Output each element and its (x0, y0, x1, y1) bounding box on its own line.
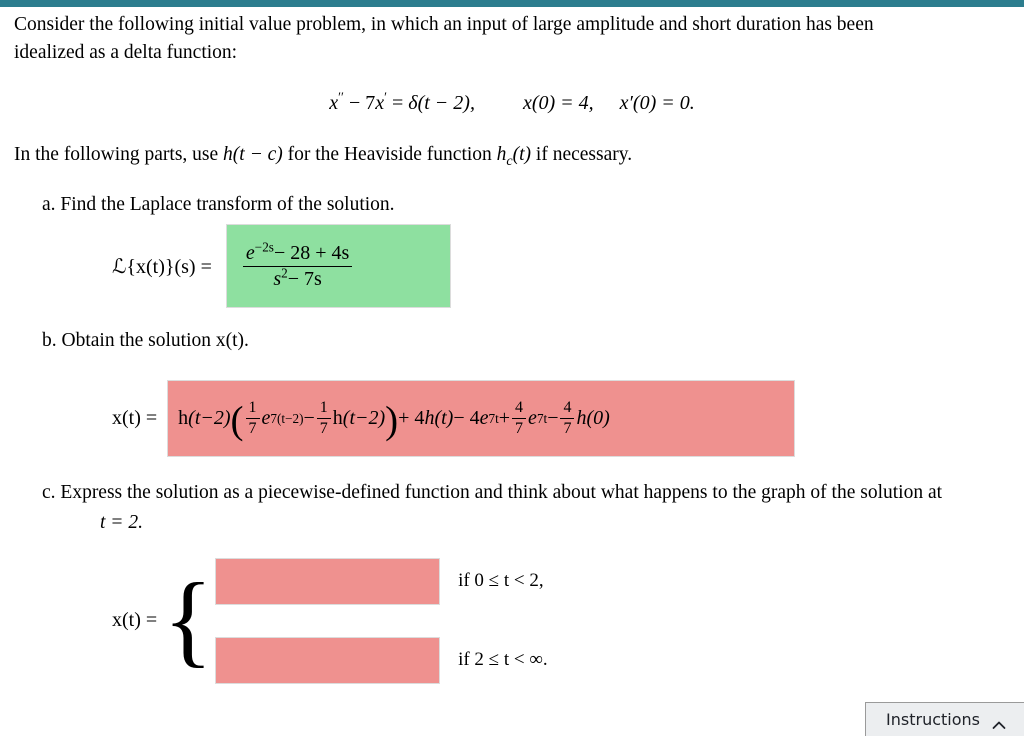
equation-x: x (329, 92, 339, 115)
equation-x-prime-var: x (375, 92, 385, 115)
part-c-case-2-answer-box[interactable] (215, 636, 441, 684)
initial-value-problem-equation: x′′ − 7x′ = δ(t − 2), x(0) = 4, x′(0) = … (0, 89, 1024, 115)
part-b-fraction-2: 17 (316, 399, 331, 438)
part-b-h4: h (576, 407, 587, 430)
part-c-label-line-1: c. Express the solution as a piecewise-d… (42, 482, 943, 504)
equation-minus: − (348, 92, 361, 115)
part-c-lhs: x(t) = (112, 609, 158, 632)
part-a-lhs: ℒ{x(t)}(s) = (112, 255, 212, 278)
part-b-fraction-1: 17 (245, 399, 260, 438)
initial-condition-1: x(0) = 4, (522, 92, 594, 115)
part-b-frac3-num: 4 (512, 399, 527, 420)
part-b-frac1-den: 7 (248, 420, 257, 438)
part-b-h4-arg: (0) (586, 407, 610, 430)
equation-delta-argument: (t − 2), (417, 92, 475, 115)
part-b-e1: e (261, 407, 271, 430)
top-accent-bar (0, 0, 1024, 7)
part-b-frac2-num: 1 (316, 399, 331, 420)
part-c-case-1-condition: if 0 ≤ t < 2, (458, 570, 544, 592)
part-b-minus-1: − (303, 407, 315, 430)
part-a-den-s: s (273, 267, 282, 290)
part-a-num-rest: − 28 + 4s (273, 242, 350, 265)
part-b-minus-3: − (547, 407, 559, 430)
part-c-case-1-answer-box[interactable] (215, 557, 441, 605)
part-a-numerator: e−2s− 28 + 4s (242, 239, 353, 267)
instructions-button[interactable]: Instructions (865, 702, 1024, 736)
instructions-button-label: Instructions (886, 710, 980, 729)
part-b-frac1-num: 1 (245, 399, 260, 420)
part-a-answer-box[interactable]: e−2s− 28 + 4s s2− 7s (225, 224, 451, 309)
equation-coefficient: 7 (365, 92, 376, 115)
part-b-h2: h (332, 407, 343, 430)
part-b-lhs: x(t) = (112, 407, 158, 430)
part-b-frac2-den: 7 (319, 420, 328, 438)
part-b-frac4-num: 4 (560, 399, 575, 420)
part-b-h1: h (178, 407, 189, 430)
part-b-frac3-den: 7 (515, 420, 524, 438)
heaviside-function-expression: h(t − c) (223, 144, 283, 166)
part-a-answer-row: ℒ{x(t)}(s) = e−2s− 28 + 4s s2− 7s (0, 224, 1024, 309)
piecewise-case-2: if 2 ≤ t < ∞. (215, 636, 548, 684)
part-c-label-line-2: t = 2. (100, 512, 143, 534)
heaviside-note: In the following parts, use h(t − c) for… (0, 141, 1024, 172)
part-a-num-exponent: −2s (254, 239, 274, 255)
chevron-up-icon (992, 716, 1006, 729)
part-a-num-e: e (245, 242, 255, 265)
part-b-h3: h (424, 407, 435, 430)
heaviside-h-symbol: h (496, 144, 507, 166)
part-c-case-2-condition: if 2 ≤ t < ∞. (458, 649, 548, 671)
part-b-h3-arg: (t) (434, 407, 454, 430)
part-b-e3: e (528, 407, 537, 430)
intro-paragraph: Consider the following initial value pro… (0, 7, 1024, 66)
part-b-fraction-4: 47 (560, 399, 575, 438)
initial-condition-2: x′(0) = 0. (619, 92, 695, 115)
equation-equals: = (392, 92, 404, 115)
heaviside-h-argument: (t) (512, 144, 532, 166)
part-b-label: b. Obtain the solution x(t). (42, 330, 249, 352)
part-b-answer-row: x(t) = h (t−2)(1 7 e 7(t−2) − 1 7 h (t−2)) + 4 h(… (0, 380, 1024, 458)
part-a-label: a. Find the Laplace transform of the sol… (42, 194, 395, 216)
piecewise-case-1: if 0 ≤ t < 2, (215, 557, 548, 605)
part-b-plus-2: + (498, 407, 511, 430)
part-b-h1-arg: (t−2) (188, 407, 231, 430)
part-c-answer-row: x(t) = { if 0 ≤ t < 2, if 2 ≤ t < ∞. (0, 557, 1024, 684)
problem-content: Consider the following initial value pro… (0, 7, 1024, 684)
equation-double-prime: ′′ (338, 89, 344, 105)
heaviside-note-middle: for the Heaviside function (282, 144, 497, 166)
equation-prime: ′ (384, 89, 387, 105)
part-b-answer-box[interactable]: h (t−2)(1 7 e 7(t−2) − 1 7 h (t−2)) + 4 h (t) − 4e… (167, 380, 796, 458)
equation-delta: δ (408, 92, 418, 115)
piecewise-cases: if 0 ≤ t < 2, if 2 ≤ t < ∞. (215, 557, 548, 684)
heaviside-note-after: if necessary. (531, 144, 633, 166)
heaviside-note-before: In the following parts, use (14, 144, 224, 166)
intro-line-1: Consider the following initial value pro… (14, 14, 874, 35)
part-b-e2: e (479, 407, 489, 430)
part-a-denominator: s2− 7s (243, 265, 352, 290)
part-b-minus-2: − 4 (453, 407, 480, 430)
part-b-plus-1: + 4 (398, 407, 425, 430)
part-b-frac4-den: 7 (563, 420, 572, 438)
part-a-den-exponent: 2 (281, 265, 288, 281)
piecewise-brace: { (163, 562, 214, 678)
part-c-label: c. Express the solution as a piecewise-d… (0, 479, 1024, 538)
intro-line-2: idealized as a delta function: (14, 41, 238, 63)
part-a-fraction: e−2s− 28 + 4s s2− 7s (242, 239, 353, 290)
part-a-den-rest: − 7s (287, 267, 322, 290)
part-b-h2-arg: (t−2) (342, 407, 386, 430)
part-b-fraction-3: 47 (512, 399, 527, 438)
